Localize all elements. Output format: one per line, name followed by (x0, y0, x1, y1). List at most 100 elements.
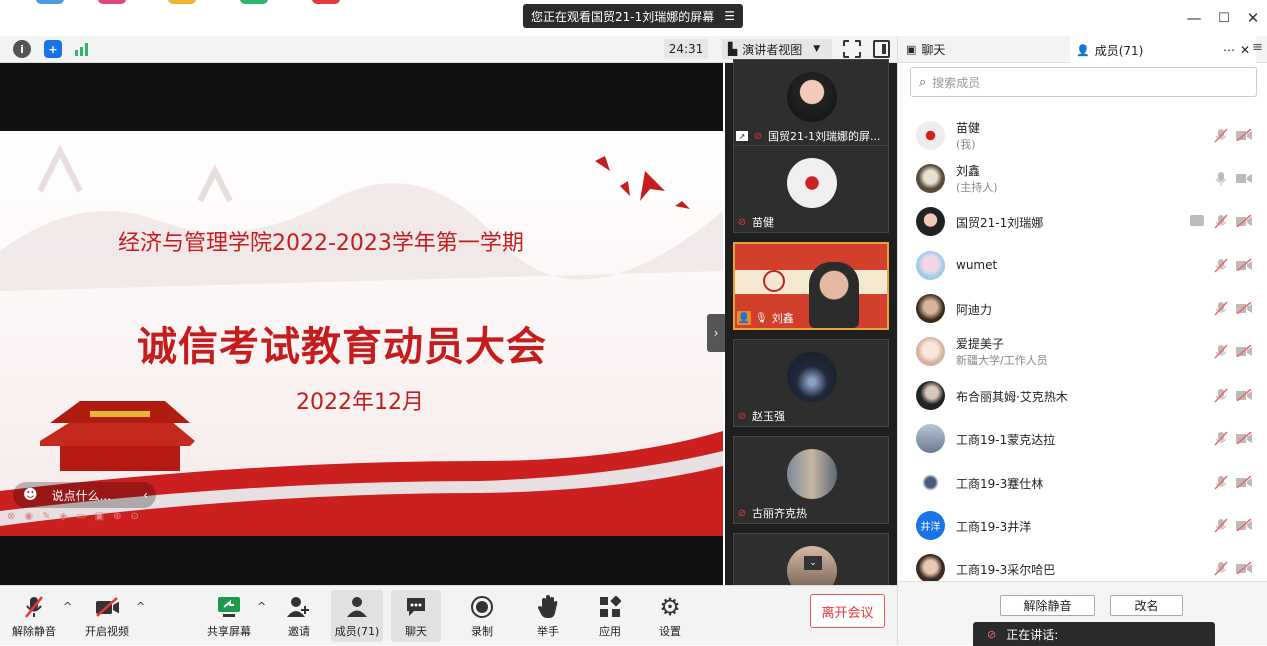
mic-off-icon[interactable] (1214, 301, 1228, 316)
members-button[interactable]: 成员(71) (331, 590, 383, 642)
person-icon: 👤 (1076, 43, 1090, 57)
mic-icon[interactable] (1214, 171, 1228, 186)
member-row[interactable]: 工商19-3采尔哈巴 (898, 547, 1267, 581)
close-button[interactable]: ✕ (1241, 8, 1265, 28)
chevron-left-icon[interactable]: ‹ (143, 488, 148, 502)
camera-off-icon[interactable] (1236, 476, 1252, 488)
chevron-up-icon[interactable]: ^ (136, 600, 145, 613)
member-row[interactable]: 刘鑫 (主持人) (898, 157, 1267, 200)
mic-off-icon[interactable] (1214, 431, 1228, 446)
avatar (916, 207, 945, 236)
emoji-icon[interactable]: ☻ (23, 487, 38, 503)
member-row[interactable]: 工商19-1蒙克达拉 (898, 417, 1267, 460)
apps-button[interactable]: 应用 (590, 590, 630, 642)
settings-button[interactable]: ⚙ 设置 (650, 590, 690, 642)
video-tile-active[interactable]: 👤 🎙 刘鑫 (733, 242, 889, 330)
chat-overlay-input[interactable]: 说点什么... (52, 487, 111, 504)
unmute-button[interactable]: 解除静音 (10, 590, 58, 642)
member-row[interactable]: 阿迪力 (898, 287, 1267, 330)
tab-chat[interactable]: ▣ 聊天 (900, 36, 951, 63)
tool-icon[interactable]: ▣ (95, 511, 104, 523)
chat-button[interactable]: 聊天 (391, 590, 441, 642)
record-button[interactable]: 录制 (462, 590, 502, 642)
member-row[interactable]: 爱提美子 新疆大学/工作人员 (898, 330, 1267, 373)
menu-icon[interactable]: ≡ (1252, 40, 1263, 55)
member-row[interactable]: 苗健 (我) (898, 114, 1267, 157)
tab-members[interactable]: 👤 成员(71) ⋯ ✕ (1070, 36, 1256, 64)
mic-off-icon[interactable] (1214, 518, 1228, 533)
maximize-button[interactable]: ☐ (1212, 8, 1236, 28)
fullscreen-icon[interactable] (843, 40, 861, 58)
camera-off-icon[interactable] (1236, 259, 1252, 271)
annotation-tools[interactable]: ⊗ ◉ ✎ ◈ ▭ ▣ ⊕ ⊙ (7, 511, 167, 523)
tool-icon[interactable]: ⊗ (7, 511, 15, 523)
member-row[interactable]: 国贸21-1刘瑞娜 (898, 200, 1267, 243)
more-icon[interactable]: ⋯ (1223, 43, 1235, 57)
view-select[interactable]: ▙ 演讲者视图 ▼ (722, 39, 832, 59)
member-row[interactable]: 工商19-3蹇仕林 (898, 461, 1267, 504)
video-tile[interactable]: ⊘ 古丽齐克热 (733, 436, 889, 524)
shield-icon[interactable]: + (44, 40, 62, 58)
video-tile[interactable]: ⊘ 苗健 (733, 145, 889, 233)
chevron-down-icon[interactable]: ⌄ (804, 556, 822, 570)
start-video-button[interactable]: 开启视频 (83, 590, 131, 642)
tool-icon[interactable]: ◈ (60, 511, 68, 523)
member-row[interactable]: 布合丽其姆·艾克热木 (898, 374, 1267, 417)
taskbar-app-icon[interactable] (312, 0, 340, 4)
unmute-all-button[interactable]: 解除静音 (1000, 595, 1095, 616)
share-screen-button[interactable]: 共享屏幕 (205, 590, 253, 642)
minimize-button[interactable]: — (1182, 8, 1206, 28)
taskbar-app-icon[interactable] (36, 0, 64, 4)
chat-overlay[interactable]: ☻ 说点什么... ‹ (13, 482, 156, 508)
video-tile[interactable]: ↗ ⊘ 国贸21-1刘瑞娜的屏... (733, 59, 889, 147)
tile-name: 刘鑫 (771, 312, 794, 325)
sidebar-toggle-icon[interactable] (873, 40, 890, 58)
collapse-gallery-button[interactable]: › (707, 314, 725, 352)
member-name: 爱提美子 (956, 337, 1005, 351)
mic-off-icon[interactable] (1214, 258, 1228, 273)
camera-off-icon[interactable] (1236, 562, 1252, 574)
invite-button[interactable]: 邀请 (279, 590, 319, 642)
camera-off-icon[interactable] (1236, 345, 1252, 357)
camera-off-icon[interactable] (1236, 215, 1252, 227)
tab-members-label: 成员(71) (1094, 43, 1144, 58)
pen-icon[interactable]: ✎ (42, 511, 50, 523)
menu-icon[interactable]: ☰ (724, 9, 735, 23)
camera-off-icon[interactable] (1236, 129, 1252, 141)
mic-off-icon[interactable] (1214, 561, 1228, 576)
mic-off-icon[interactable] (1214, 344, 1228, 359)
logo-icon (763, 270, 785, 292)
camera-off-icon[interactable] (1236, 432, 1252, 444)
mic-off-icon[interactable] (1214, 214, 1228, 229)
tool-icon[interactable]: ◉ (24, 511, 33, 523)
mic-off-icon[interactable] (1214, 128, 1228, 143)
taskbar-app-icon[interactable] (168, 0, 196, 4)
camera-off-icon[interactable] (1236, 519, 1252, 531)
tool-icon[interactable]: ⊙ (131, 511, 139, 523)
mic-off-icon[interactable] (1214, 475, 1228, 490)
member-row[interactable]: wumet (898, 244, 1267, 287)
mic-off-icon[interactable] (1214, 388, 1228, 403)
camera-off-icon[interactable] (1236, 302, 1252, 314)
rename-button[interactable]: 改名 (1110, 595, 1183, 616)
close-icon[interactable]: ✕ (1240, 43, 1250, 57)
video-tile[interactable]: ⊘ 赵玉强 (733, 339, 889, 427)
search-members-input[interactable]: ⌕ 搜索成员 (910, 67, 1257, 97)
camera-icon[interactable] (1236, 172, 1252, 184)
member-row[interactable]: 井洋 工商19-3井洋 (898, 504, 1267, 547)
member-role: 新疆大学/工作人员 (956, 354, 1048, 367)
signal-icon[interactable] (74, 42, 92, 56)
viewing-banner[interactable]: 您正在观看国贸21-1刘瑞娜的屏幕 ☰ (523, 4, 744, 28)
chevron-up-icon[interactable]: ^ (63, 600, 72, 613)
camera-off-icon[interactable] (1236, 389, 1252, 401)
member-name: 工商19-3井洋 (956, 520, 1032, 534)
taskbar-app-icon[interactable] (98, 0, 126, 4)
leave-meeting-button[interactable]: 离开会议 (810, 594, 885, 628)
tool-icon[interactable]: ⊕ (113, 511, 121, 523)
raise-hand-button[interactable]: 举手 (528, 590, 568, 642)
chevron-up-icon[interactable]: ^ (257, 600, 266, 613)
side-panel: ▣ 聊天 👤 成员(71) ⋯ ✕ ≡ ⌕ 搜索成员 苗健 (我) 刘鑫 (主持人) 国… (897, 36, 1267, 646)
taskbar-app-icon[interactable] (240, 0, 268, 4)
info-icon[interactable]: i (13, 40, 31, 58)
tool-icon[interactable]: ▭ (76, 511, 85, 523)
